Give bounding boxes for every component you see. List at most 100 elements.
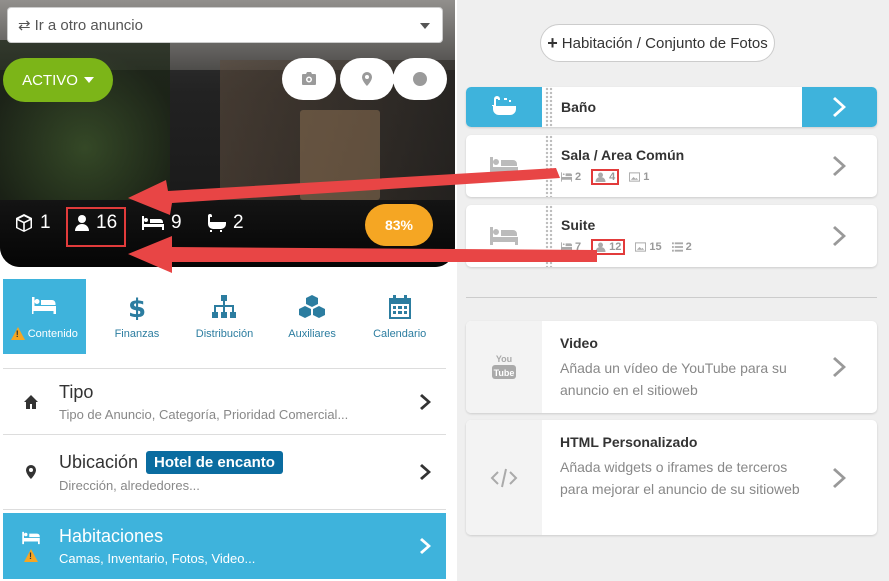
cubes-icon [299, 294, 326, 318]
tab-label: Calendario [373, 327, 427, 340]
tab-auxiliares[interactable]: Auxiliares [271, 279, 354, 354]
section-tabs: Contenido $ Finanzas Distribución Auxili… [3, 279, 446, 354]
dollar-icon: $ [128, 294, 146, 320]
tab-label: Auxiliares [288, 327, 336, 340]
stat-beds-value: 9 [171, 212, 182, 233]
tab-label: Distribución [195, 327, 254, 340]
globe-icon [413, 72, 427, 86]
bathtub-icon [492, 96, 516, 115]
photos-button[interactable] [282, 58, 336, 100]
video-title: Video [560, 335, 598, 351]
chevron-right-icon [832, 467, 846, 488]
divider [466, 297, 877, 298]
map-button[interactable] [340, 58, 394, 100]
youtube-icon: You Tube [492, 354, 516, 379]
right-panel: + Habitación / Conjunto de Fotos Baño Sa… [457, 0, 889, 581]
room-guests-highlight: 4 [591, 169, 620, 185]
drag-handle[interactable] [545, 87, 553, 127]
tab-calendario[interactable]: Calendario [358, 279, 441, 354]
html-description: Añada widgets o iframes de terceros para… [560, 459, 800, 497]
room-beds: 2 [575, 171, 582, 183]
list-icon [671, 242, 683, 252]
room-guests: 4 [609, 171, 616, 183]
custom-html-card[interactable]: HTML Personalizado Añada widgets o ifram… [466, 420, 877, 535]
chevron-right-icon [832, 357, 846, 377]
room-guests-highlight: 12 [591, 239, 626, 255]
caret-down-icon [420, 23, 430, 29]
svg-text:$: $ [128, 294, 146, 320]
website-button[interactable] [393, 58, 447, 100]
status-button[interactable]: ACTIVO [3, 58, 113, 102]
tab-distribucion[interactable]: Distribución [183, 279, 266, 354]
room-card-bano[interactable]: Baño [466, 87, 877, 127]
image-icon [629, 172, 641, 182]
room-card-sala[interactable]: Sala / Area Común 2 4 1 [466, 135, 877, 197]
completion-progress[interactable]: 83% [365, 204, 433, 246]
room-photos: 15 [649, 241, 662, 253]
ad-selector[interactable]: ⇄ Ir a otro anuncio [7, 7, 443, 43]
row-tipo[interactable]: Tipo Tipo de Anuncio, Categoría, Priorid… [3, 368, 446, 435]
room-name: Baño [561, 99, 596, 115]
room-photos: 1 [643, 171, 650, 183]
person-icon [595, 242, 606, 252]
drag-handle[interactable] [545, 205, 553, 267]
tab-label: Finanzas [114, 327, 160, 340]
add-room-label: Habitación / Conjunto de Fotos [561, 34, 768, 52]
map-pin-icon [362, 72, 372, 86]
chevron-right-icon [832, 156, 846, 176]
left-panel: ⇄ Ir a otro anuncio ACTIVO 1 16 9 2 83% … [0, 0, 455, 581]
camera-icon [302, 72, 316, 85]
stat-baths-value: 2 [233, 212, 244, 233]
bed-icon [561, 172, 572, 182]
home-icon [24, 394, 38, 409]
tab-finanzas[interactable]: $ Finanzas [96, 279, 179, 354]
plus-icon: + [547, 32, 558, 53]
row-subtitle: Dirección, alrededores... [59, 478, 200, 493]
stat-guests-value: 16 [96, 212, 118, 233]
category-badge: Hotel de encanto [146, 451, 283, 474]
stat-beds: 9 [141, 212, 182, 234]
status-label: ACTIVO [22, 71, 78, 89]
video-card[interactable]: You Tube Video Añada un vídeo de YouTube… [466, 321, 877, 413]
ad-selector-label: Ir a otro anuncio [34, 16, 143, 34]
caret-down-icon [83, 77, 94, 83]
swap-icon: ⇄ [18, 17, 31, 34]
room-beds: 7 [575, 241, 582, 253]
progress-label: 83% [384, 217, 414, 233]
row-title: Ubicación [59, 452, 139, 472]
bed-icon [490, 157, 518, 175]
stat-baths: 2 [205, 212, 244, 234]
bed-icon [22, 531, 40, 544]
row-subtitle: Camas, Inventario, Fotos, Video... [59, 551, 256, 566]
map-pin-icon [26, 465, 36, 479]
image-icon [635, 242, 647, 252]
bed-icon [32, 297, 57, 314]
bed-icon [142, 216, 164, 230]
row-habitaciones[interactable]: Habitaciones Camas, Inventario, Fotos, V… [3, 513, 446, 579]
sitemap-icon [212, 294, 237, 318]
stat-units: 1 [14, 212, 51, 234]
row-title: Habitaciones [59, 526, 164, 546]
chevron-right-icon [832, 97, 846, 117]
room-card-suite[interactable]: Suite 7 12 15 2 [466, 205, 877, 267]
person-icon [595, 172, 606, 182]
stat-guests: 16 [74, 212, 117, 234]
row-ubicacion[interactable]: Ubicación Hotel de encanto Dirección, alr… [3, 435, 446, 510]
stat-units-value: 1 [40, 212, 51, 233]
row-subtitle: Tipo de Anuncio, Categoría, Prioridad Co… [59, 406, 349, 422]
bed-icon [490, 227, 518, 245]
calendar-icon [388, 294, 411, 319]
room-name: Suite [561, 217, 596, 233]
html-title: HTML Personalizado [560, 434, 698, 450]
hero-door [300, 110, 380, 200]
person-icon [75, 215, 89, 231]
tab-contenido[interactable]: Contenido [3, 279, 86, 354]
chevron-right-icon [420, 538, 431, 554]
listing-hero-image: ⇄ Ir a otro anuncio ACTIVO 1 16 9 2 83% [0, 0, 455, 267]
drag-handle[interactable] [545, 135, 553, 197]
bed-icon [561, 242, 572, 252]
room-name: Sala / Area Común [561, 147, 685, 163]
add-room-button[interactable]: + Habitación / Conjunto de Fotos [540, 24, 775, 62]
video-description: Añada un vídeo de YouTube para su anunci… [560, 360, 787, 398]
warning-icon [24, 548, 38, 562]
